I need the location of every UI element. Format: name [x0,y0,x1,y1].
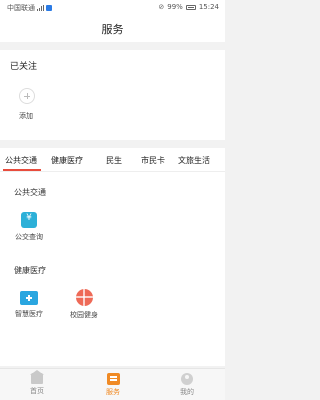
battery-icon [185,4,196,10]
service-smart-medical[interactable]: 智慧医疗 [9,291,49,319]
tab-active-indicator [3,169,41,171]
service-panel: 公共交通 健康医疗 民生 市民卡 文旅生活 公共交通 公交查询 健康医疗 智慧医… [0,148,225,366]
page-header: 服务 [0,14,225,42]
tab-culture-tourism[interactable]: 文旅生活 [178,155,210,166]
nav-label: 我的 [180,388,194,396]
medical-kit-icon [20,291,38,305]
service-label: 公交查询 [15,233,43,241]
carrier-label: 中国联通 [7,4,35,12]
signal-icon [37,5,44,11]
profile-icon [181,373,193,385]
service-icon [106,373,120,385]
app-notification-icon [46,5,52,11]
page-title: 服务 [101,23,124,36]
nav-label: 首页 [30,387,44,395]
nav-label: 服务 [106,388,120,396]
tab-health-medical[interactable]: 健康医疗 [51,155,83,166]
battery-percent: 99% [167,3,183,11]
followed-title: 已关注 [10,62,38,72]
category-tabs: 公共交通 健康医疗 民生 市民卡 文旅生活 [0,148,225,172]
service-label: 校园健身 [70,311,98,319]
bus-query-icon [21,212,37,228]
tab-citizen-card[interactable]: 市民卡 [141,155,165,166]
home-icon [30,370,44,384]
section-title-public-transport: 公共交通 [14,188,46,197]
tab-livelihood[interactable]: 民生 [106,155,122,166]
ball-icon [75,289,93,306]
service-campus-fitness[interactable]: 校园健身 [64,289,104,320]
service-label: 智慧医疗 [15,310,43,318]
tab-public-transport[interactable]: 公共交通 [5,155,37,166]
nav-home[interactable]: 首页 [17,370,57,396]
add-icon[interactable] [19,88,35,104]
section-title-health-medical: 健康医疗 [14,266,46,275]
status-bar: 中国联通 ⊘ 99% 15:24 [0,0,225,14]
nav-service[interactable]: 服务 [93,373,133,397]
clock: 15:24 [198,3,219,11]
service-bus-query[interactable]: 公交查询 [9,212,49,242]
nav-profile[interactable]: 我的 [167,373,207,397]
add-label[interactable]: 添加 [19,111,33,121]
bottom-nav: 首页 服务 我的 [0,368,225,400]
followed-section: 已关注 [0,50,225,140]
mute-icon: ⊘ [158,3,165,11]
